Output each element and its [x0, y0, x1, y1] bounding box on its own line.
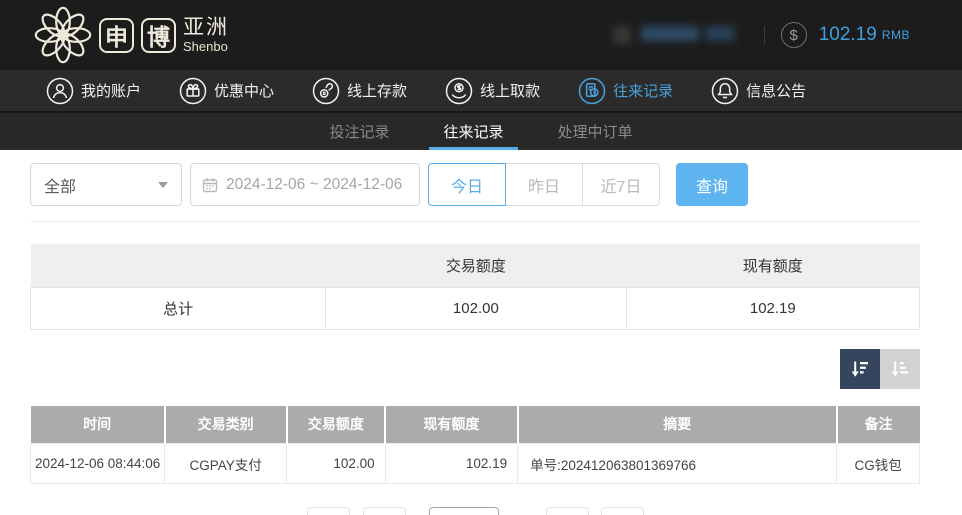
cell-summary: 单号:202412063801369766 — [518, 444, 837, 484]
summary-transaction-amount: 102.00 — [326, 287, 626, 329]
sort-ascending-button[interactable] — [880, 349, 920, 389]
last-7-days-button[interactable]: 近7日 — [582, 163, 660, 206]
nav-label: 线上存款 — [347, 80, 407, 101]
type-select-value: 全部 — [44, 173, 76, 197]
tab-pending-orders[interactable]: 处理中订单 — [544, 113, 647, 150]
deposit-icon — [312, 77, 340, 105]
header-divider — [764, 26, 765, 44]
col-header-time: 时间 — [31, 406, 165, 444]
col-header-type: 交易类别 — [165, 406, 287, 444]
summary-table: 交易额度 现有额度 总计 102.00 102.19 — [30, 244, 920, 330]
summary-header-current-balance: 现有额度 — [626, 244, 919, 287]
nav-item-deposit[interactable]: 线上存款 — [312, 77, 407, 105]
quick-range-group: 今日 昨日 近7日 — [428, 163, 660, 206]
yesterday-button[interactable]: 昨日 — [505, 163, 583, 206]
username-redacted — [613, 23, 748, 47]
nav-item-my-account[interactable]: 我的账户 — [46, 77, 141, 105]
calendar-icon — [202, 177, 218, 193]
logo-wordmark: 亚洲 Shenbo — [183, 17, 229, 53]
logo-region-text: 亚洲 — [183, 17, 229, 38]
main-navigation: 我的账户 优惠中心 线上存款 线上取款 往来记录 — [0, 70, 962, 113]
cell-remark: CG钱包 — [837, 444, 920, 484]
balance-amount[interactable]: 102.19 — [819, 24, 877, 46]
nav-item-promotions[interactable]: 优惠中心 — [179, 77, 274, 105]
nav-label: 往来记录 — [613, 80, 673, 101]
pagination-button-5[interactable] — [601, 507, 644, 515]
pagination-button-4[interactable] — [546, 507, 589, 515]
cell-time: 2024-12-06 08:44:06 — [31, 444, 165, 484]
balance-currency: RMB — [882, 28, 910, 42]
cell-amount: 102.00 — [287, 444, 386, 484]
logo-subtitle-text: Shenbo — [183, 40, 229, 53]
flower-logo-icon — [34, 6, 92, 64]
cell-type: CGPAY支付 — [165, 444, 287, 484]
records-header-row: 时间 交易类别 交易额度 现有额度 摘要 备注 — [31, 406, 920, 444]
summary-current-balance: 102.19 — [626, 287, 919, 329]
table-row: 2024-12-06 08:44:06 CGPAY支付 102.00 102.1… — [31, 444, 920, 484]
summary-header-transaction-amount: 交易额度 — [326, 244, 626, 287]
nav-label: 信息公告 — [746, 80, 806, 101]
brand-logo[interactable]: 申 博 亚洲 Shenbo — [34, 6, 229, 64]
withdraw-icon — [445, 77, 473, 105]
logo-char-bo: 博 — [141, 18, 176, 53]
pagination-current-page[interactable] — [429, 507, 499, 515]
nav-label: 我的账户 — [81, 80, 141, 101]
bell-icon — [711, 77, 739, 105]
type-select[interactable]: 全部 — [30, 163, 182, 206]
col-header-remark: 备注 — [837, 406, 920, 444]
sort-asc-icon — [889, 358, 911, 380]
user-icon — [46, 77, 74, 105]
section-divider — [30, 221, 920, 222]
records-table: 时间 交易类别 交易额度 现有额度 摘要 备注 2024-12-06 08:44… — [30, 406, 920, 485]
col-header-balance: 现有额度 — [385, 406, 517, 444]
col-header-summary: 摘要 — [518, 406, 837, 444]
main-content: 全部 2024-12-06 ~ 2024-12-06 今日 昨日 近7日 查询 … — [0, 163, 962, 515]
pagination-button-2[interactable] — [363, 507, 406, 515]
top-bar: 申 博 亚洲 Shenbo $ 102.19 RMB — [0, 0, 962, 70]
nav-item-withdraw[interactable]: 线上取款 — [445, 77, 540, 105]
logo-char-shen: 申 — [99, 18, 134, 53]
tab-betting-records[interactable]: 投注记录 — [315, 113, 403, 150]
pagination — [30, 507, 920, 515]
summary-header-empty — [31, 244, 326, 287]
nav-item-transactions[interactable]: 往来记录 — [578, 77, 673, 105]
filter-bar: 全部 2024-12-06 ~ 2024-12-06 今日 昨日 近7日 查询 — [30, 163, 920, 206]
summary-total-row: 总计 102.00 102.19 — [31, 287, 920, 329]
dollar-circle-icon: $ — [781, 22, 807, 48]
col-header-amount: 交易额度 — [287, 406, 386, 444]
nav-item-announcements[interactable]: 信息公告 — [711, 77, 806, 105]
date-range-input[interactable]: 2024-12-06 ~ 2024-12-06 — [190, 163, 420, 206]
chevron-down-icon — [158, 182, 168, 188]
sub-navigation: 投注记录 往来记录 处理中订单 — [0, 113, 962, 150]
nav-label: 线上取款 — [480, 80, 540, 101]
gift-icon — [179, 77, 207, 105]
search-button[interactable]: 查询 — [676, 163, 748, 206]
sort-descending-button[interactable] — [840, 349, 880, 389]
today-button[interactable]: 今日 — [428, 163, 506, 206]
records-icon — [578, 77, 606, 105]
sort-controls — [30, 349, 920, 389]
nav-label: 优惠中心 — [214, 80, 274, 101]
cell-balance: 102.19 — [385, 444, 517, 484]
sort-desc-icon — [849, 358, 871, 380]
pagination-button-1[interactable] — [307, 507, 350, 515]
summary-header-row: 交易额度 现有额度 — [31, 244, 920, 287]
date-range-value: 2024-12-06 ~ 2024-12-06 — [226, 176, 402, 194]
summary-total-label: 总计 — [31, 287, 326, 329]
tab-transaction-records[interactable]: 往来记录 — [429, 113, 517, 150]
